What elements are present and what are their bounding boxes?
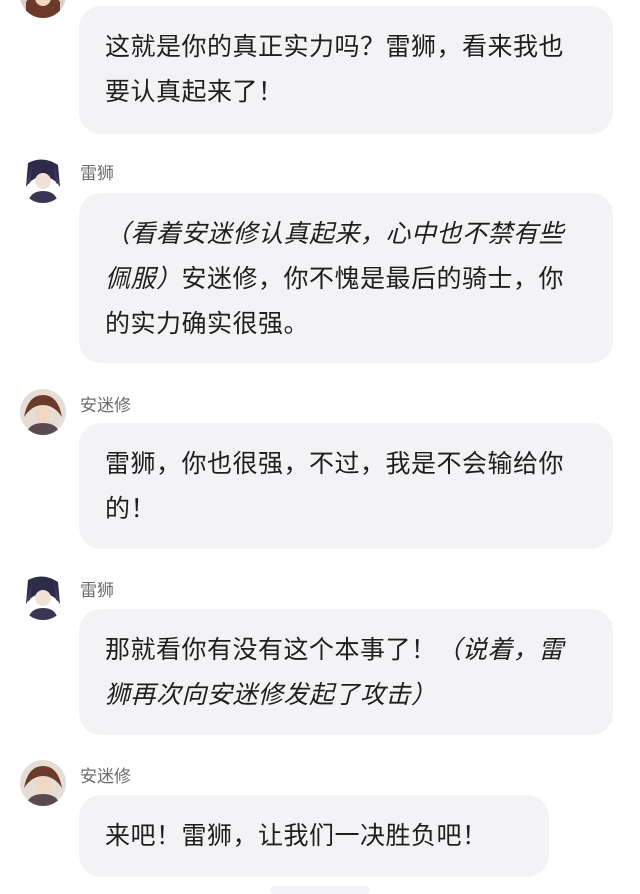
avatar-anmixiu[interactable] <box>20 760 66 806</box>
sender-name: 雷狮 <box>80 581 114 601</box>
sender-name: 安迷修 <box>80 767 131 787</box>
message-bubble: 那就看你有没有这个本事了！（说着，雷狮再次向安迷修发起了攻击） <box>79 609 613 735</box>
message-text: 这就是你的真正实力吗？雷狮，看来我也要认真起来了！ <box>105 32 565 106</box>
avatar-leishi[interactable] <box>20 157 66 203</box>
sender-name: 安迷修 <box>80 396 131 416</box>
message-text: 来吧！雷狮，让我们一决胜负吧！ <box>105 821 488 850</box>
message-bubble: 雷狮，你也很强，不过，我是不会输给你的！ <box>79 423 613 549</box>
avatar-leishi[interactable] <box>20 574 66 620</box>
avatar-anmixiu[interactable] <box>20 0 66 18</box>
message-text: 雷狮，你也很强，不过，我是不会输给你的！ <box>105 449 565 523</box>
avatar-anmixiu[interactable] <box>20 389 66 435</box>
message-bubble: （看着安迷修认真起来，心中也不禁有些佩服）安迷修，你不愧是最后的骑士，你的实力确… <box>79 193 613 363</box>
sender-name: 雷狮 <box>80 164 114 184</box>
bottom-divider <box>270 886 370 894</box>
message-bubble: 来吧！雷狮，让我们一决胜负吧！ <box>79 795 549 877</box>
message-bubble: 这就是你的真正实力吗？雷狮，看来我也要认真起来了！ <box>79 6 613 134</box>
message-text: 那就看你有没有这个本事了！ <box>105 635 437 664</box>
chat-thread: 这就是你的真正实力吗？雷狮，看来我也要认真起来了！ 雷狮 （看着安迷修认真起来，… <box>0 0 640 894</box>
